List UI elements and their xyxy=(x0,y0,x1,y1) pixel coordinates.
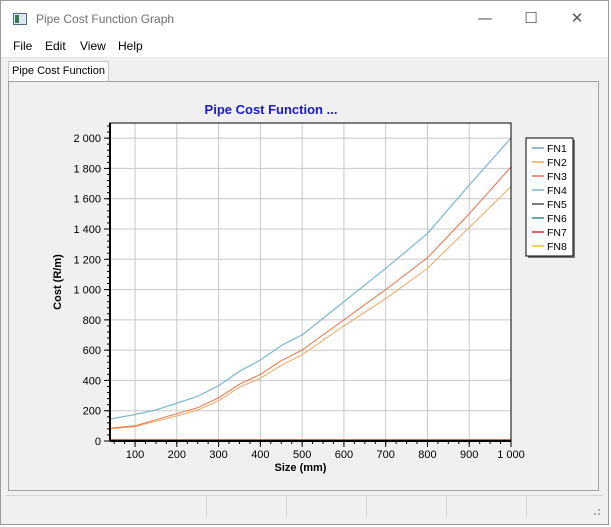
minimize-button[interactable]: — xyxy=(462,1,508,35)
plot-area xyxy=(110,123,511,441)
y-tick-label: 1 000 xyxy=(73,285,101,297)
x-axis-label: Size (mm) xyxy=(275,462,327,474)
status-cell xyxy=(366,496,447,518)
status-cell xyxy=(446,496,527,518)
x-tick-label: 100 xyxy=(126,449,144,461)
x-tick-label: 300 xyxy=(209,449,227,461)
app-icon xyxy=(13,13,27,25)
x-tick-label: 500 xyxy=(293,449,311,461)
maximize-button[interactable]: ☐ xyxy=(508,1,554,35)
x-tick-label: 200 xyxy=(168,449,186,461)
legend-label-fn6: FN6 xyxy=(547,213,567,225)
close-button[interactable]: ✕ xyxy=(554,1,600,35)
status-cell xyxy=(6,496,207,518)
y-tick-label: 800 xyxy=(83,315,101,327)
title-bar: Pipe Cost Function Graph — ☐ ✕ xyxy=(1,1,608,35)
x-tick-label: 1 000 xyxy=(497,449,525,461)
menu-help[interactable]: Help xyxy=(118,39,143,53)
legend-label-fn1: FN1 xyxy=(547,143,567,155)
menu-view[interactable]: View xyxy=(80,39,106,53)
menu-bar: File Edit View Help xyxy=(1,35,608,57)
y-tick-label: 400 xyxy=(83,375,101,387)
legend-label-fn2: FN2 xyxy=(547,157,567,169)
app-window: Pipe Cost Function Graph — ☐ ✕ File Edit… xyxy=(0,0,609,525)
chart-title: Pipe Cost Function ... xyxy=(205,102,338,117)
y-tick-label: 2 000 xyxy=(73,133,101,145)
resize-grip-icon[interactable] xyxy=(591,506,601,516)
y-tick-label: 1 400 xyxy=(73,224,101,236)
tab-pipe-cost-function[interactable]: Pipe Cost Function xyxy=(8,61,109,82)
x-tick-label: 400 xyxy=(251,449,269,461)
y-tick-label: 1 800 xyxy=(73,163,101,175)
x-tick-label: 900 xyxy=(460,449,478,461)
y-tick-label: 1 200 xyxy=(73,254,101,266)
menu-edit[interactable]: Edit xyxy=(45,39,66,53)
status-cell xyxy=(206,496,287,518)
legend-label-fn5: FN5 xyxy=(547,199,567,211)
y-axis-label: Cost (R/m) xyxy=(52,254,64,310)
x-tick-label: 700 xyxy=(377,449,395,461)
y-tick-label: 200 xyxy=(83,406,101,418)
menu-file[interactable]: File xyxy=(13,39,32,53)
y-tick-label: 600 xyxy=(83,345,101,357)
x-tick-label: 800 xyxy=(418,449,436,461)
legend-label-fn3: FN3 xyxy=(547,171,567,183)
status-bar xyxy=(6,495,603,518)
window-title: Pipe Cost Function Graph xyxy=(36,12,175,26)
x-tick-label: 600 xyxy=(335,449,353,461)
legend-label-fn7: FN7 xyxy=(547,227,567,239)
y-tick-label: 0 xyxy=(95,436,101,448)
legend-label-fn4: FN4 xyxy=(547,185,567,197)
legend-label-fn8: FN8 xyxy=(547,241,567,253)
chart: Pipe Cost Function ... 0 200 400 600 800 1 000… xyxy=(52,102,575,474)
chart-panel: Pipe Cost Function ... 0 200 400 600 800 1 000… xyxy=(8,81,599,491)
y-tick-label: 1 600 xyxy=(73,194,101,206)
tab-strip: Pipe Cost Function xyxy=(1,57,608,82)
status-cell xyxy=(286,496,367,518)
